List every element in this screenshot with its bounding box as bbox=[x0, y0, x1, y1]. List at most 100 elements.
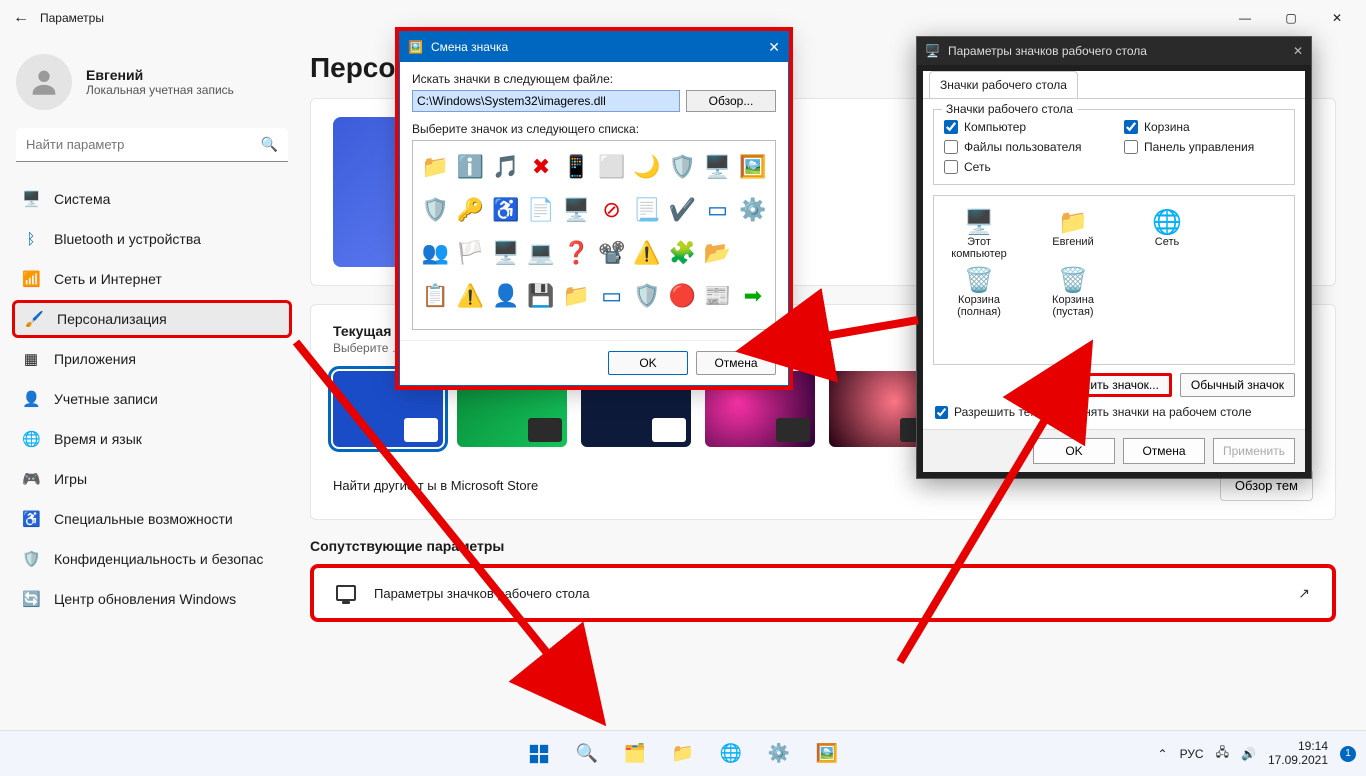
desktop-cancel[interactable]: Отмена bbox=[1123, 438, 1205, 464]
item-network[interactable]: 🌐Сеть bbox=[1130, 208, 1204, 260]
path-input[interactable] bbox=[412, 90, 680, 112]
grid-icon[interactable]: ➡ bbox=[737, 276, 769, 316]
minimize-button[interactable]: — bbox=[1222, 3, 1268, 33]
item-user[interactable]: 📁Евгений bbox=[1036, 208, 1110, 260]
check-recycle[interactable]: Корзина bbox=[1124, 120, 1284, 134]
allow-themes-row[interactable]: Разрешить темам изменять значки на рабоч… bbox=[935, 405, 1293, 419]
check-control[interactable]: Панель управления bbox=[1124, 140, 1284, 154]
grid-icon[interactable]: ✖ bbox=[525, 147, 557, 187]
search-box[interactable]: 🔍 bbox=[16, 128, 288, 162]
check-network[interactable]: Сеть bbox=[944, 160, 1104, 174]
tab-desktop-icons[interactable]: Значки рабочего стола bbox=[929, 71, 1078, 98]
nav-bluetooth[interactable]: ᛒBluetooth и устройства bbox=[12, 220, 292, 258]
nav-time[interactable]: 🌐Время и язык bbox=[12, 420, 292, 458]
grid-icon[interactable]: 🎵 bbox=[490, 147, 522, 187]
change-icon-button[interactable]: Сменить значок... bbox=[1047, 373, 1172, 397]
grid-icon[interactable]: ❓ bbox=[560, 233, 592, 273]
change-icon-close[interactable]: ✕ bbox=[768, 39, 780, 56]
task-edge[interactable]: 🌐 bbox=[712, 735, 750, 773]
grid-icon[interactable]: 🛡️ bbox=[666, 147, 698, 187]
tray-lang[interactable]: РУС bbox=[1180, 747, 1204, 761]
grid-icon[interactable]: ⚠️ bbox=[631, 233, 663, 273]
grid-icon[interactable]: 📃 bbox=[631, 190, 663, 230]
tray-network-icon[interactable]: 🖧 bbox=[1216, 743, 1229, 764]
nav-privacy[interactable]: 🛡️Конфиденциальность и безопас bbox=[12, 540, 292, 578]
grid-icon[interactable]: 🔴 bbox=[666, 276, 698, 316]
grid-icon[interactable]: ⊘ bbox=[595, 190, 627, 230]
notification-badge[interactable]: 1 bbox=[1340, 746, 1356, 762]
task-explorer[interactable]: 📁 bbox=[664, 735, 702, 773]
grid-icon[interactable]: ♿ bbox=[490, 190, 522, 230]
start-button[interactable] bbox=[520, 735, 558, 773]
grid-icon[interactable]: 📁 bbox=[560, 276, 592, 316]
grid-icon[interactable]: 🌙 bbox=[631, 147, 663, 187]
change-icon-titlebar[interactable]: 🖼️ Смена значка ✕ bbox=[400, 32, 788, 62]
default-icon-button[interactable]: Обычный значок bbox=[1180, 373, 1295, 397]
grid-icon[interactable]: 💻 bbox=[525, 233, 557, 273]
nav-network[interactable]: 📶Сеть и Интернет bbox=[12, 260, 292, 298]
desktop-ok[interactable]: OK bbox=[1033, 438, 1115, 464]
item-this-pc[interactable]: 🖥️Этот компьютер bbox=[942, 208, 1016, 260]
grid-icon[interactable]: 💾 bbox=[525, 276, 557, 316]
nav-games[interactable]: 🎮Игры bbox=[12, 460, 292, 498]
maximize-button[interactable]: ▢ bbox=[1268, 3, 1314, 33]
grid-icon[interactable]: 📂 bbox=[701, 233, 733, 273]
task-app[interactable]: 🖼️ bbox=[808, 735, 846, 773]
nav-accessibility[interactable]: ♿Специальные возможности bbox=[12, 500, 292, 538]
grid-icon[interactable]: 🖼️ bbox=[737, 147, 769, 187]
nav-accounts[interactable]: 👤Учетные записи bbox=[12, 380, 292, 418]
grid-icon[interactable]: ⚠️ bbox=[454, 276, 486, 316]
desktop-apply[interactable]: Применить bbox=[1213, 438, 1295, 464]
check-computer[interactable]: Компьютер bbox=[944, 120, 1104, 134]
grid-icon[interactable]: 🛡️ bbox=[419, 190, 451, 230]
grid-icon[interactable]: 🖥️ bbox=[560, 190, 592, 230]
grid-icon[interactable]: 🖥️ bbox=[701, 147, 733, 187]
account-block[interactable]: Евгений Локальная учетная запись bbox=[12, 46, 292, 128]
grid-icon[interactable]: ⬜ bbox=[595, 147, 627, 187]
desktop-icons-settings-card[interactable]: Параметры значков рабочего стола ↗ bbox=[310, 564, 1336, 622]
grid-icon[interactable]: 👥 bbox=[419, 233, 451, 273]
nav-apps[interactable]: ▦Приложения bbox=[12, 340, 292, 378]
grid-icon[interactable]: ℹ️ bbox=[454, 147, 486, 187]
grid-icon[interactable]: 🔑 bbox=[454, 190, 486, 230]
grid-icon[interactable]: ▭ bbox=[595, 276, 627, 316]
icon-preview-list[interactable]: 🖥️Этот компьютер 📁Евгений 🌐Сеть 🗑️Корзин… bbox=[933, 195, 1295, 365]
grid-icon[interactable]: ✔️ bbox=[666, 190, 698, 230]
search-input[interactable] bbox=[16, 128, 288, 162]
task-view[interactable]: 🗂️ bbox=[616, 735, 654, 773]
allow-themes-check[interactable] bbox=[935, 406, 948, 419]
icon-grid[interactable]: 📁ℹ️🎵✖📱⬜🌙🛡️🖥️🖼️ 🛡️🔑♿📄🖥️⊘📃✔️▭⚙️ 👥🏳️🖥️💻❓📽️⚠… bbox=[412, 140, 776, 330]
task-settings[interactable]: ⚙️ bbox=[760, 735, 798, 773]
grid-icon[interactable]: 📋 bbox=[419, 276, 451, 316]
grid-icon[interactable]: 🛡️ bbox=[631, 276, 663, 316]
grid-icon[interactable]: 📽️ bbox=[595, 233, 627, 273]
grid-icon[interactable]: 📱 bbox=[560, 147, 592, 187]
nav-system[interactable]: 🖥️Система bbox=[12, 180, 292, 218]
task-search[interactable]: 🔍 bbox=[568, 735, 606, 773]
grid-icon[interactable] bbox=[737, 233, 769, 273]
back-button[interactable]: ← bbox=[6, 9, 36, 27]
item-recycle-full[interactable]: 🗑️Корзина (полная) bbox=[942, 266, 1016, 318]
item-recycle-empty[interactable]: 🗑️Корзина (пустая) bbox=[1036, 266, 1110, 318]
browse-button[interactable]: Обзор... bbox=[686, 90, 776, 112]
grid-icon[interactable]: 📄 bbox=[525, 190, 557, 230]
system-tray[interactable]: ⌃ РУС 🖧 🔊 19:14 17.09.2021 1 bbox=[1158, 740, 1357, 766]
grid-icon[interactable]: 📰 bbox=[701, 276, 733, 316]
tray-volume-icon[interactable]: 🔊 bbox=[1241, 747, 1256, 761]
close-button[interactable]: ✕ bbox=[1314, 3, 1360, 33]
tray-chevron-icon[interactable]: ⌃ bbox=[1158, 747, 1168, 761]
grid-icon[interactable]: ▭ bbox=[701, 190, 733, 230]
grid-icon[interactable]: 🖥️ bbox=[490, 233, 522, 273]
nav-update[interactable]: 🔄Центр обновления Windows bbox=[12, 580, 292, 618]
desktop-settings-titlebar[interactable]: 🖥️ Параметры значков рабочего стола ✕ bbox=[917, 37, 1311, 65]
change-icon-ok[interactable]: OK bbox=[608, 351, 688, 375]
grid-icon[interactable]: 👤 bbox=[490, 276, 522, 316]
change-icon-cancel[interactable]: Отмена bbox=[696, 351, 776, 375]
grid-icon[interactable]: 📁 bbox=[419, 147, 451, 187]
tray-clock[interactable]: 19:14 17.09.2021 bbox=[1268, 740, 1328, 766]
desktop-settings-close[interactable]: ✕ bbox=[1293, 44, 1303, 58]
grid-icon[interactable]: 🏳️ bbox=[454, 233, 486, 273]
nav-personalization[interactable]: 🖌️Персонализация bbox=[12, 300, 292, 338]
grid-icon[interactable]: ⚙️ bbox=[737, 190, 769, 230]
grid-icon[interactable]: 🧩 bbox=[666, 233, 698, 273]
